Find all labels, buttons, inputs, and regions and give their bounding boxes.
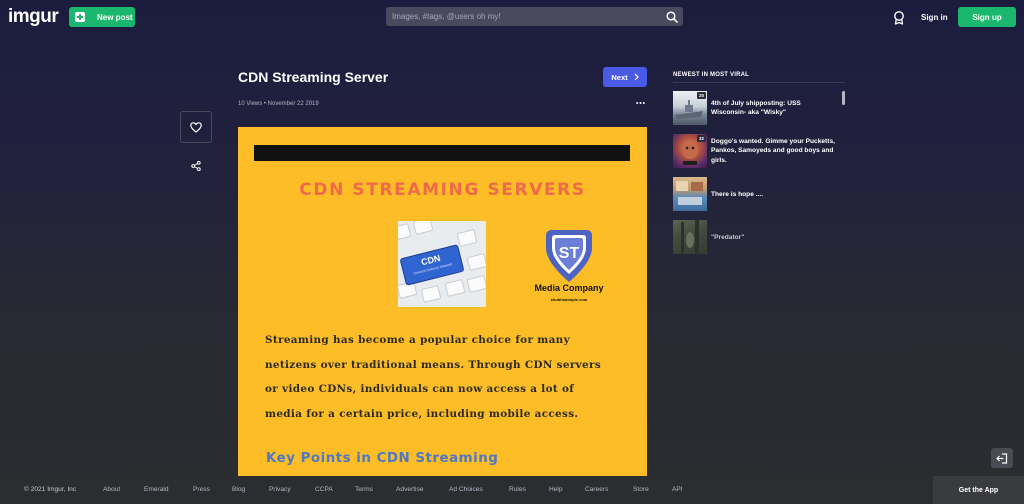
hope-thumbnail-art — [676, 181, 703, 205]
paragraph-line: Streaming has become a popular choice fo… — [265, 334, 570, 346]
image-count-badge: 32 — [696, 135, 706, 142]
footer-link-store[interactable]: Store — [633, 486, 649, 493]
sidebar-title: NEWEST IN MOST VIRAL — [673, 72, 749, 78]
footer-link-advertise[interactable]: Advertise — [396, 486, 424, 493]
keyboard-key — [466, 253, 486, 271]
footer-link-ad-choices[interactable]: Ad Choices — [449, 486, 483, 493]
search-icon[interactable] — [666, 11, 678, 23]
get-the-app-button[interactable]: Get the App — [933, 476, 1024, 504]
paragraph-line: or video CDNs, individuals can now acces… — [265, 383, 575, 396]
keyboard-key — [398, 223, 412, 241]
like-button[interactable] — [180, 111, 212, 143]
image-paragraph: Streaming has become a popular choice fo… — [265, 328, 630, 426]
footer-link-privacy[interactable]: Privacy — [269, 486, 291, 493]
keyboard-illustration: CDN Content Delivery Network — [398, 221, 486, 307]
keyboard-key — [456, 229, 478, 247]
st-logo-mark: ST — [546, 230, 592, 282]
sidebar-scrollbar[interactable] — [842, 91, 845, 105]
post-image[interactable]: CDN STREAMING SERVERS CDN Content Delive… — [238, 127, 647, 476]
more-options-icon[interactable] — [636, 101, 645, 105]
plus-icon — [75, 12, 85, 22]
sign-up-button[interactable]: Sign up — [958, 7, 1016, 27]
keyboard-key — [466, 275, 486, 293]
sidebar-divider — [673, 82, 845, 83]
paragraph-line: netizens over traditional means. Through… — [265, 358, 602, 371]
viral-post-title: Doggo's wanted. Gimme your Pucketts, Pan… — [711, 138, 835, 164]
next-post-button[interactable]: Next — [603, 67, 647, 87]
top-navigation-bar: imgur New post Sign in Sign up — [0, 0, 1024, 34]
keyboard-key — [420, 285, 442, 303]
footer-link-help[interactable]: Help — [549, 486, 563, 493]
imgur-logo[interactable]: imgur — [8, 6, 59, 28]
viral-post-item[interactable]: "Predator" — [673, 220, 838, 256]
keyboard-key — [444, 279, 466, 297]
logo-company-name: Media Company — [534, 283, 604, 293]
search-bar — [386, 7, 683, 26]
post-meta: 10 Views • November 22 2019 — [238, 101, 319, 107]
image-heading: CDN STREAMING SERVERS — [299, 180, 586, 200]
new-post-button[interactable]: New post — [69, 7, 135, 27]
image-subheading: Key Points in CDN Streaming — [266, 451, 499, 466]
logo-website: shubhamtople.com — [550, 297, 588, 302]
st-logo-letters: ST — [559, 245, 580, 262]
viral-post-title: "Predator" — [711, 234, 745, 241]
exit-icon — [996, 452, 1008, 464]
paragraph-line: media for a certain price, including mob… — [265, 407, 579, 420]
footer: © 2021 Imgur, Inc About Emerald Press Bl… — [0, 476, 1024, 504]
image-banner-bar — [254, 145, 630, 161]
viral-post-item[interactable]: 20 4th of July shipposting: USS Wisconsi… — [673, 91, 838, 127]
footer-link-careers[interactable]: Careers — [585, 486, 608, 493]
next-label: Next — [611, 72, 628, 82]
heart-icon — [190, 121, 202, 133]
search-input[interactable] — [392, 7, 662, 26]
viral-post-item[interactable]: 32 Doggo's wanted. Gimme your Pucketts, … — [673, 134, 838, 170]
sign-in-link[interactable]: Sign in — [921, 13, 948, 22]
viral-post-title: 4th of July shipposting: USS Wisconsin- … — [711, 100, 801, 117]
viral-post-thumbnail: 32 — [673, 134, 707, 168]
footer-link-about[interactable]: About — [103, 486, 120, 493]
footer-link-emerald[interactable]: Emerald — [144, 486, 169, 493]
keyboard-key — [412, 221, 434, 235]
footer-copyright: © 2021 Imgur, Inc — [24, 486, 77, 493]
viral-post-thumbnail: 20 — [673, 91, 707, 125]
viral-post-thumbnail — [673, 220, 707, 254]
share-icon[interactable] — [191, 161, 201, 171]
footer-link-ccpa[interactable]: CCPA — [315, 486, 333, 493]
footer-link-blog[interactable]: Blog — [232, 486, 245, 493]
award-icon[interactable] — [893, 11, 905, 25]
post-title: CDN Streaming Server — [238, 69, 389, 85]
cdn-key: CDN Content Delivery Network — [399, 244, 465, 286]
exit-fullscreen-button[interactable] — [991, 448, 1013, 468]
forest-thumbnail-art — [681, 220, 699, 254]
viral-post-title: There is hope .... — [711, 191, 764, 198]
footer-link-api[interactable]: API — [672, 486, 683, 493]
footer-link-terms[interactable]: Terms — [355, 486, 373, 493]
footer-link-press[interactable]: Press — [193, 486, 210, 493]
viral-post-item[interactable]: There is hope .... — [673, 177, 838, 213]
viral-post-thumbnail — [673, 177, 707, 211]
new-post-label: New post — [97, 12, 133, 22]
footer-link-rules[interactable]: Rules — [509, 486, 526, 493]
chevron-right-icon — [634, 73, 639, 81]
image-count-badge: 20 — [696, 92, 706, 99]
